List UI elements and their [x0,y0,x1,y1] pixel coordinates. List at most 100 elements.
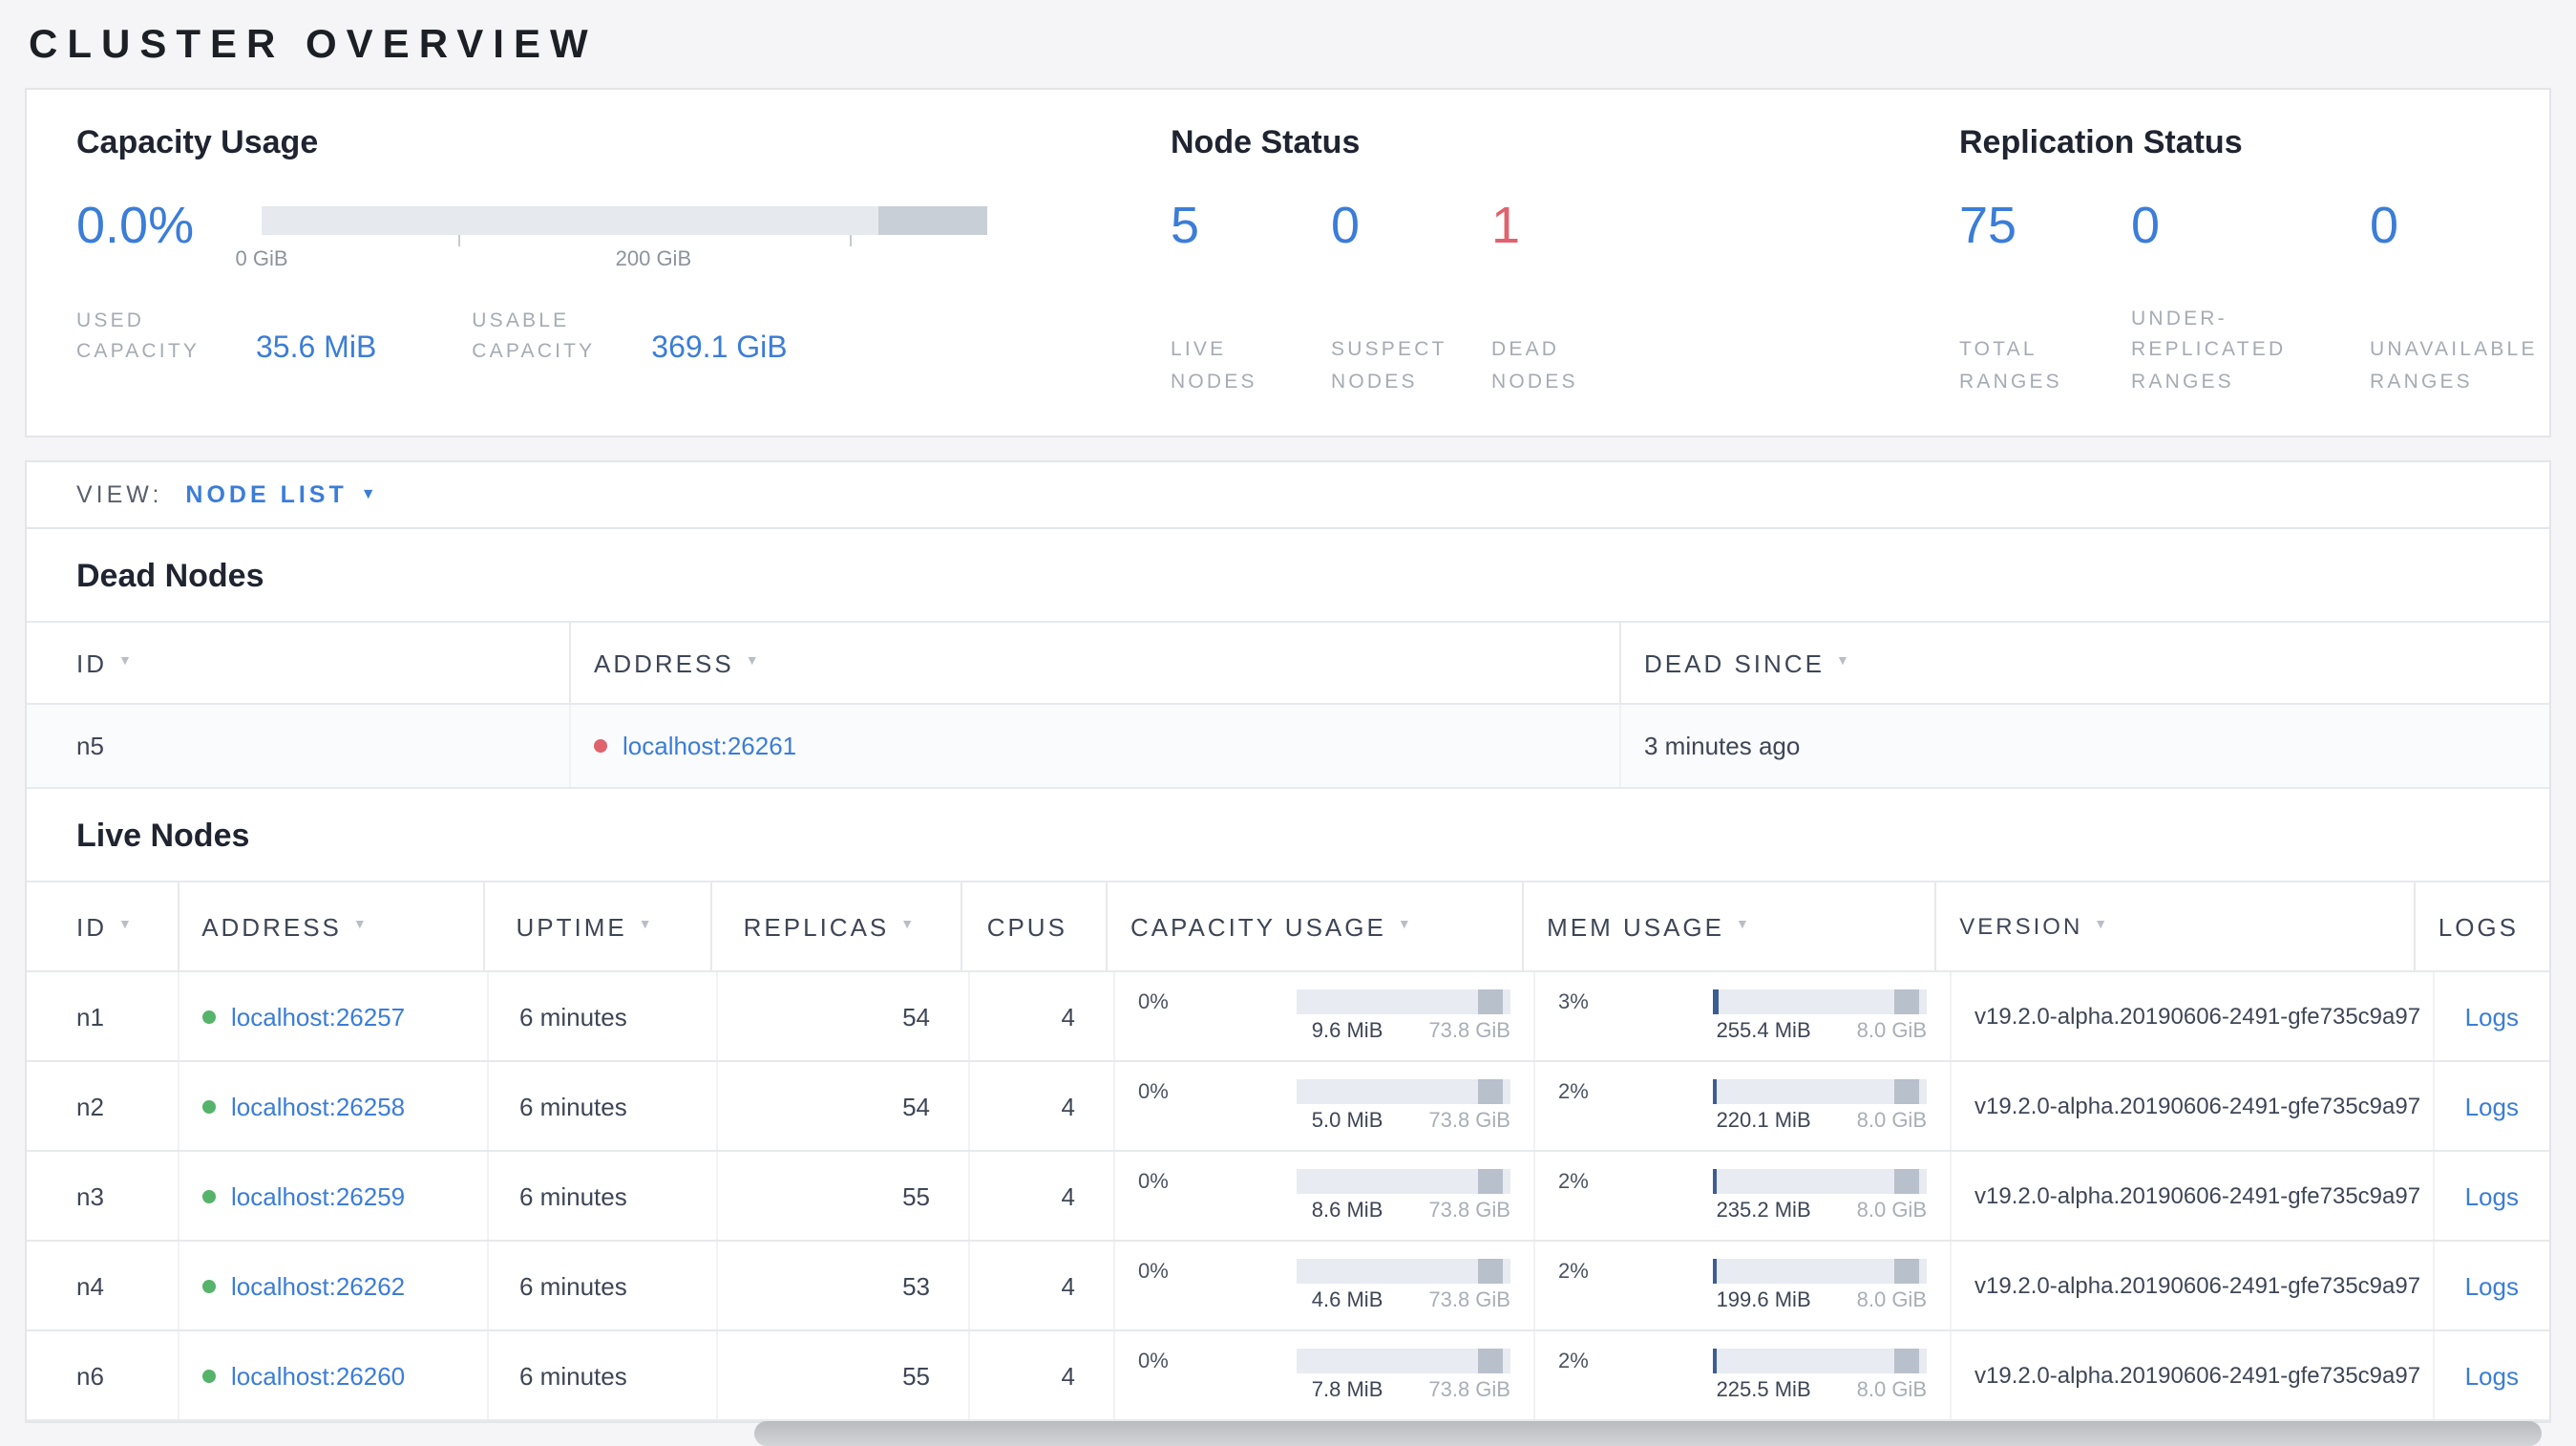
axis-tick [849,235,852,246]
col-replicas-header[interactable]: REPLICAS ▼ [713,882,963,970]
dead-nodes-stat: 1 DEAD NODES [1491,197,1673,397]
page-title: CLUSTER OVERVIEW [29,23,598,67]
node-id-cell: n5 [27,705,571,787]
dead-since-cell: 3 minutes ago [1644,732,1801,760]
mem-used-value: 225.5 MiB [1716,1379,1811,1402]
mem-used-value: 199.6 MiB [1716,1289,1811,1312]
node-address-link[interactable]: localhost:26257 [231,1002,405,1031]
dead-col-address-header[interactable]: ADDRESS ▼ [571,623,1621,703]
mem-percent: 3% [1558,990,1589,1013]
sort-arrow-icon: ▼ [638,918,655,931]
capacity-bar [1297,989,1510,1014]
logs-cell: Logs [2435,1242,2549,1329]
mem-usage-cell: 3% 255.4 MiB 8.0 GiB [1535,972,1952,1060]
capacity-usage-cell: 0% 9.6 MiB 73.8 GiB [1115,972,1535,1060]
capacity-bar [1297,1259,1510,1284]
replication-status-title: Replication Status [1959,124,2243,160]
mem-total-value: 8.0 GiB [1856,1379,1927,1402]
version-cell: v19.2.0-alpha.20190606-2491-gfe735c9a97 [1952,972,2435,1060]
logs-link[interactable]: Logs [2465,1181,2519,1210]
node-address-link[interactable]: localhost:26260 [231,1361,405,1390]
version-cell: v19.2.0-alpha.20190606-2491-gfe735c9a97 [1952,1331,2435,1419]
node-address-cell: localhost:26260 [179,1331,489,1419]
mem-bar-segment [1894,1169,1919,1194]
logs-cell: Logs [2435,1152,2549,1240]
replicas-cell: 55 [718,1152,970,1240]
used-capacity-value: 35.6 MiB [256,331,377,365]
mem-bar-fill [1713,1259,1718,1284]
logs-link[interactable]: Logs [2465,1092,2519,1120]
replicas-cell: 54 [718,1062,970,1150]
node-address-link[interactable]: localhost:26262 [231,1271,405,1300]
sort-arrow-icon: ▼ [745,654,762,668]
capacity-usage-title: Capacity Usage [76,124,319,160]
usable-capacity-value: 369.1 GiB [651,331,788,365]
sort-arrow-icon: ▼ [352,918,370,931]
version-cell: v19.2.0-alpha.20190606-2491-gfe735c9a97 [1952,1152,2435,1240]
node-address-cell: localhost:26259 [179,1152,489,1240]
node-id-cell: n2 [27,1062,179,1150]
live-nodes-label: LIVE NODES [1171,338,1257,393]
view-selector-dropdown[interactable]: NODE LIST ▼ [185,481,379,508]
capacity-used-value: 7.8 MiB [1311,1379,1383,1402]
sort-arrow-icon: ▼ [1736,918,1752,931]
capacity-bar [1297,1169,1510,1194]
col-mem-header[interactable]: MEM USAGE ▼ [1524,882,1937,970]
node-id-cell: n4 [27,1242,179,1329]
dead-nodes-table-header: ID ▼ ADDRESS ▼ DEAD SINCE ▼ [27,621,2549,705]
node-address-link[interactable]: localhost:26261 [623,732,796,760]
axis-label-200: 200 GiB [615,248,692,271]
dead-col-id-header[interactable]: ID ▼ [27,623,571,703]
logs-link[interactable]: Logs [2465,1002,2519,1031]
capacity-total-value: 73.8 GiB [1428,1379,1510,1402]
view-selected-value: NODE LIST [185,481,348,508]
replicas-cell: 53 [718,1242,970,1329]
sort-arrow-icon: ▼ [118,654,135,668]
table-row: n1 localhost:26257 6 minutes 54 4 0% 9.6… [27,972,2549,1062]
capacity-used-value: 9.6 MiB [1311,1020,1383,1043]
table-row: n6 localhost:26260 6 minutes 55 4 0% 7.8… [27,1331,2549,1421]
uptime-cell: 6 minutes [489,1152,718,1240]
capacity-usage-cell: 0% 8.6 MiB 73.8 GiB [1115,1152,1535,1240]
col-capacity-header[interactable]: CAPACITY USAGE ▼ [1108,882,1525,970]
under-replicated-label: UNDER-REPLICATED RANGES [2131,308,2287,393]
total-ranges-count: 75 [1959,197,2017,254]
uptime-cell: 6 minutes [489,1062,718,1150]
axis-tick [457,235,460,246]
cluster-summary-panel: Capacity Usage 0.0% 0 GiB 200 GiB USED C… [25,88,2551,437]
mem-percent: 2% [1558,1350,1589,1372]
capacity-bar-segment [1478,1259,1503,1284]
table-row: n3 localhost:26259 6 minutes 55 4 0% 8.6… [27,1152,2549,1242]
node-address-cell: localhost:26257 [179,972,489,1060]
col-id-header[interactable]: ID ▼ [27,882,179,970]
col-version-header[interactable]: VERSION ▼ [1936,882,2416,970]
col-uptime-header[interactable]: UPTIME ▼ [485,882,713,970]
live-status-dot-icon [202,1279,216,1292]
logs-link[interactable]: Logs [2465,1271,2519,1300]
col-address-header[interactable]: ADDRESS ▼ [179,882,486,970]
capacity-usage-cell: 0% 5.0 MiB 73.8 GiB [1115,1062,1535,1150]
dead-col-dead-since-header[interactable]: DEAD SINCE ▼ [1621,623,2549,703]
live-status-dot-icon [202,1189,216,1202]
logs-cell: Logs [2435,1331,2549,1419]
capacity-gauge-track [262,206,987,235]
replicas-cell: 55 [718,1331,970,1419]
capacity-percent: 0% [1138,990,1169,1013]
mem-usage-cell: 2% 199.6 MiB 8.0 GiB [1535,1242,1952,1329]
mem-bar-segment [1894,989,1919,1014]
unavailable-ranges-stat: 0 UNAVAILABLE RANGES [2370,200,2576,397]
horizontal-scrollbar[interactable] [754,1421,2542,1446]
dead-nodes-count: 1 [1491,197,1521,254]
cpus-cell: 4 [970,1242,1115,1329]
usable-capacity-stat: USABLE CAPACITY 369.1 GiB [472,306,787,368]
table-row: n5 localhost:26261 3 minutes ago [27,705,2549,789]
capacity-total-value: 73.8 GiB [1428,1289,1510,1312]
table-row: n2 localhost:26258 6 minutes 54 4 0% 5.0… [27,1062,2549,1152]
node-address-link[interactable]: localhost:26259 [231,1181,405,1210]
mem-bar-segment [1894,1079,1919,1104]
node-address-link[interactable]: localhost:26258 [231,1092,405,1120]
cpus-cell: 4 [970,972,1115,1060]
cluster-overview-page: CLUSTER OVERVIEW Capacity Usage 0.0% 0 G… [0,0,2576,1446]
logs-link[interactable]: Logs [2465,1361,2519,1390]
col-cpus-header: CPUS [963,882,1108,970]
